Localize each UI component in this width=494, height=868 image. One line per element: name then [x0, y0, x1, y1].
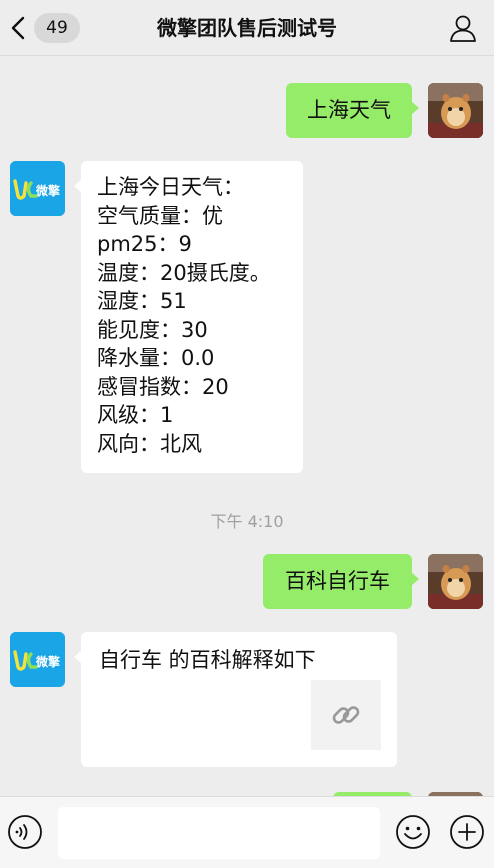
- plus-icon[interactable]: [448, 813, 486, 851]
- back-button[interactable]: 49: [8, 10, 92, 46]
- sent-message-bubble[interactable]: 上海天气: [286, 83, 419, 138]
- weather-line: 上海今日天气：: [97, 175, 244, 199]
- link-thumbnail[interactable]: [311, 680, 381, 750]
- chat-area[interactable]: 上海天气 微擎 上海今日天气： 空气质量：优 pm25：9 温度：20摄氏度。 …: [0, 57, 494, 796]
- link-card-bubble[interactable]: 自行车 的百科解释如下: [74, 632, 397, 767]
- chat-header: 49 微擎团队售后测试号: [0, 0, 494, 56]
- bot-logo-text: 微擎: [35, 183, 60, 198]
- weather-line: 能见度：30: [97, 317, 208, 342]
- weather-line: 降水量：0.0: [97, 346, 215, 370]
- weather-line: 空气质量：优: [97, 203, 223, 228]
- sent-message-bubble[interactable]: 百科自行车: [263, 554, 419, 609]
- bot-logo-icon: 微擎: [10, 632, 65, 687]
- user-avatar[interactable]: [428, 83, 483, 138]
- message-timestamp: 下午 4:10: [210, 512, 284, 531]
- emoji-icon[interactable]: [394, 813, 432, 851]
- weather-line: pm25：9: [97, 232, 192, 256]
- weather-line: 湿度：51: [97, 289, 187, 313]
- person-icon[interactable]: [448, 13, 478, 43]
- received-message-bubble[interactable]: 上海今日天气： 空气质量：优 pm25：9 温度：20摄氏度。 湿度：51 能见…: [74, 161, 303, 473]
- bot-avatar[interactable]: 微擎: [10, 161, 65, 216]
- hamster-photo: [428, 554, 483, 609]
- unread-count-badge: 49: [34, 13, 80, 43]
- hamster-photo: [428, 83, 483, 138]
- bot-avatar[interactable]: 微擎: [10, 632, 65, 687]
- link-icon: [332, 706, 360, 724]
- bot-logo-icon: 微擎: [10, 161, 65, 216]
- chevron-left-icon: [11, 16, 25, 40]
- user-avatar[interactable]: [428, 554, 483, 609]
- message-input[interactable]: [58, 807, 380, 859]
- input-toolbar: [0, 796, 494, 868]
- bot-logo-text: 微擎: [35, 654, 60, 669]
- link-card-title: 自行车 的百科解释如下: [99, 648, 316, 672]
- voice-icon[interactable]: [6, 813, 44, 851]
- weather-line: 感冒指数：20: [97, 374, 229, 399]
- weather-line: 风向：北风: [97, 431, 202, 456]
- chat-title: 微擎团队售后测试号: [157, 16, 337, 40]
- weather-line: 温度：20摄氏度。: [97, 260, 271, 285]
- weather-line: 风级：1: [97, 403, 174, 427]
- message-text: 百科自行车: [285, 569, 390, 593]
- message-text: 上海天气: [307, 98, 391, 122]
